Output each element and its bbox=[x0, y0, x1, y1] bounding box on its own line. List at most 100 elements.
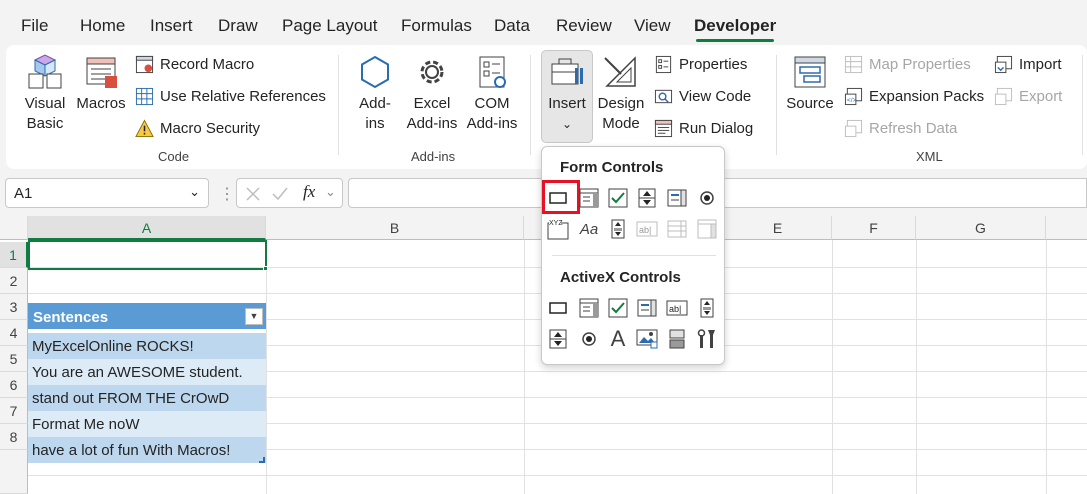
group-separator bbox=[1082, 55, 1083, 155]
more-options-icon[interactable]: ⋮ bbox=[219, 184, 235, 204]
column-header-e[interactable]: E bbox=[724, 216, 832, 240]
activex-spin-button-icon[interactable] bbox=[547, 328, 569, 350]
design-mode-label-2: Mode bbox=[602, 115, 640, 132]
cancel-icon[interactable] bbox=[245, 186, 261, 202]
row-header-4[interactable]: 4 bbox=[0, 320, 28, 346]
insert-controls-button[interactable]: Insert ⌄ bbox=[542, 52, 592, 134]
macro-security-button[interactable]: Macro Security bbox=[135, 119, 260, 138]
macros-label: Macros bbox=[76, 95, 126, 112]
active-cell-a1[interactable] bbox=[28, 240, 267, 270]
option-button-icon[interactable] bbox=[696, 187, 718, 209]
run-dialog-button[interactable]: Run Dialog bbox=[654, 119, 753, 138]
activex-image-icon[interactable] bbox=[636, 328, 658, 350]
row-header-3[interactable]: 3 bbox=[0, 294, 28, 320]
row-header-5[interactable]: 5 bbox=[0, 346, 28, 372]
visual-basic-label-2: Basic bbox=[26, 115, 64, 132]
gridline bbox=[524, 240, 525, 494]
column-header-f[interactable]: F bbox=[832, 216, 916, 240]
fill-handle[interactable] bbox=[263, 266, 268, 271]
column-header-next[interactable] bbox=[1046, 216, 1087, 240]
activex-scroll-bar-icon[interactable] bbox=[696, 297, 718, 319]
tab-data[interactable]: Data bbox=[494, 16, 530, 36]
import-button[interactable]: Import bbox=[994, 55, 1062, 74]
activex-toggle-button-icon[interactable] bbox=[666, 328, 688, 350]
group-box-icon[interactable]: XYZ bbox=[547, 218, 569, 240]
add-ins-button[interactable]: Add- ins bbox=[352, 52, 398, 134]
table-resize-handle[interactable] bbox=[259, 457, 265, 463]
insert-label: Insert bbox=[548, 95, 586, 112]
name-box-value: A1 bbox=[14, 185, 33, 202]
table-cell[interactable]: MyExcelOnline ROCKS! bbox=[28, 333, 266, 359]
macros-button[interactable]: Macros bbox=[76, 52, 126, 114]
table-cell[interactable]: have a lot of fun With Macros! bbox=[28, 437, 266, 463]
scroll-bar-icon[interactable] bbox=[607, 218, 629, 240]
tab-formulas[interactable]: Formulas bbox=[401, 16, 472, 36]
activex-command-button-icon[interactable] bbox=[547, 297, 569, 319]
tab-file[interactable]: File bbox=[21, 16, 48, 36]
record-macro-button[interactable]: Record Macro bbox=[135, 55, 254, 74]
chevron-down-icon[interactable]: ⌄ bbox=[325, 184, 336, 200]
activex-controls-title: ActiveX Controls bbox=[560, 269, 681, 286]
activex-combo-box-icon[interactable] bbox=[578, 297, 600, 319]
tab-review[interactable]: Review bbox=[556, 16, 612, 36]
group-separator bbox=[338, 55, 339, 155]
column-header-b[interactable]: B bbox=[266, 216, 524, 240]
activex-list-box-icon[interactable] bbox=[636, 297, 658, 319]
source-button[interactable]: Source bbox=[786, 52, 834, 114]
row-header-6[interactable]: 6 bbox=[0, 372, 28, 398]
export-icon bbox=[994, 87, 1013, 106]
table-cell[interactable]: You are an AWESOME student. bbox=[28, 359, 266, 385]
row-header-9[interactable] bbox=[0, 450, 28, 494]
tab-home[interactable]: Home bbox=[80, 16, 125, 36]
combo-box-icon[interactable] bbox=[578, 187, 600, 209]
visual-basic-button[interactable]: Visual Basic bbox=[20, 52, 70, 134]
list-box-icon[interactable] bbox=[666, 187, 688, 209]
map-properties-button[interactable]: Map Properties bbox=[844, 55, 971, 74]
row-header-1[interactable]: 1 bbox=[0, 242, 28, 268]
row-header-7[interactable]: 7 bbox=[0, 398, 28, 424]
activex-checkbox-icon[interactable] bbox=[607, 297, 629, 319]
record-macro-label: Record Macro bbox=[160, 56, 255, 73]
editbox-glyph: ab| bbox=[669, 304, 681, 314]
checkbox-icon[interactable] bbox=[607, 187, 629, 209]
insert-function-button[interactable]: fx bbox=[303, 182, 315, 202]
expansion-packs-button[interactable]: </> Expansion Packs bbox=[844, 87, 984, 106]
more-controls-tools-icon[interactable] bbox=[696, 328, 718, 350]
name-box[interactable]: A1 ⌄ bbox=[5, 178, 209, 208]
export-button[interactable]: Export bbox=[994, 87, 1062, 106]
properties-button[interactable]: Properties bbox=[654, 55, 747, 74]
group-label-code: Code bbox=[158, 149, 190, 164]
select-all-corner[interactable] bbox=[0, 216, 28, 240]
table-header-sentences[interactable]: Sentences ▼ bbox=[28, 303, 266, 329]
activex-option-button-icon[interactable] bbox=[578, 328, 600, 350]
chevron-down-icon[interactable]: ⌄ bbox=[189, 184, 200, 200]
enter-icon[interactable] bbox=[271, 186, 289, 202]
row-header-2[interactable]: 2 bbox=[0, 268, 28, 294]
table-cell[interactable]: Format Me noW bbox=[28, 411, 266, 437]
gear-icon bbox=[420, 60, 444, 84]
table-cell[interactable]: stand out FROM THE CrOwD bbox=[28, 385, 266, 411]
column-header-g[interactable]: G bbox=[916, 216, 1046, 240]
tab-developer[interactable]: Developer bbox=[694, 16, 776, 36]
label-control-icon[interactable]: Aa bbox=[578, 218, 600, 240]
use-relative-references-button[interactable]: Use Relative References bbox=[135, 87, 326, 106]
tab-draw[interactable]: Draw bbox=[218, 16, 258, 36]
active-tab-indicator bbox=[696, 39, 774, 42]
refresh-data-button[interactable]: Refresh Data bbox=[844, 119, 957, 138]
spin-button-icon[interactable] bbox=[636, 187, 658, 209]
design-mode-button[interactable]: Design Mode bbox=[596, 52, 646, 134]
filter-dropdown-icon[interactable]: ▼ bbox=[245, 308, 263, 325]
activex-label-icon[interactable]: A bbox=[607, 326, 629, 351]
activex-text-box-icon[interactable]: ab| bbox=[666, 297, 688, 319]
tab-insert[interactable]: Insert bbox=[150, 16, 193, 36]
macro-security-label: Macro Security bbox=[160, 120, 261, 137]
view-code-button[interactable]: View Code bbox=[654, 87, 751, 106]
tab-page-layout[interactable]: Page Layout bbox=[282, 16, 377, 36]
menu-divider bbox=[552, 255, 716, 256]
excel-add-ins-button[interactable]: Excel Add-ins bbox=[404, 52, 460, 134]
visual-basic-label-1: Visual bbox=[24, 95, 66, 112]
tab-view[interactable]: View bbox=[634, 16, 671, 36]
row-header-8[interactable]: 8 bbox=[0, 424, 28, 450]
com-add-ins-button[interactable]: COM Add-ins bbox=[464, 52, 520, 134]
column-header-a[interactable]: A bbox=[28, 216, 266, 240]
